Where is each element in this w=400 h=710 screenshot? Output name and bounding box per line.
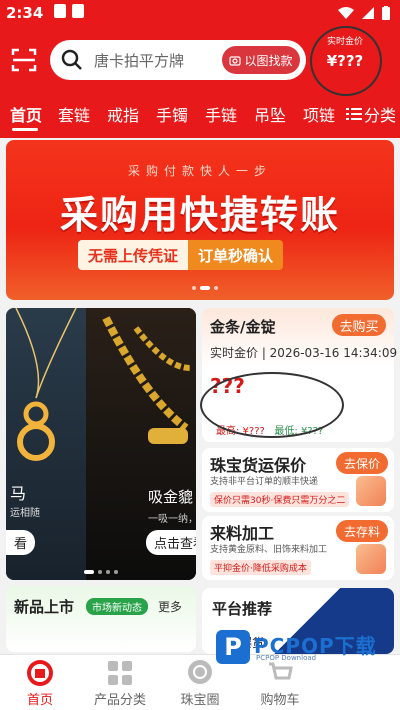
tab-sets[interactable]: 套链 <box>58 102 90 126</box>
pcpop-logo-icon: P <box>216 630 250 664</box>
image-search-label: 以图找款 <box>244 53 293 68</box>
market-news-badge: 市场新动态 <box>86 598 148 615</box>
banner-title: 采购用快捷转账 <box>59 193 340 237</box>
carousel-dot <box>106 570 110 574</box>
carousel-left-title: 马 <box>10 484 27 503</box>
carousel-dot <box>114 570 118 574</box>
banner-pills: 无需上传凭证 订单秒确认 <box>78 240 284 270</box>
carousel-left-sub: 运相随 <box>10 508 40 519</box>
carousel-right-title: 吸金貔 <box>148 488 194 506</box>
grid-icon <box>108 661 132 685</box>
annotation-circle <box>200 372 344 438</box>
tab-rings[interactable]: 戒指 <box>107 102 139 126</box>
nav-home-label: 首页 <box>26 693 53 708</box>
shield-icon <box>356 476 386 506</box>
carousel-right-sub: 一吸一纳， <box>148 514 196 525</box>
search-input[interactable]: 唐卡拍平方牌 <box>94 50 184 71</box>
category-button[interactable]: 分类 <box>346 102 396 126</box>
carousel-dot <box>98 570 102 574</box>
battery-icon <box>382 6 390 20</box>
service-title: 来料加工 <box>210 524 275 543</box>
wifi-icon <box>338 7 354 19</box>
status-notification-icons <box>54 4 84 18</box>
tab-bangles[interactable]: 手镯 <box>156 102 188 126</box>
service-desc: 支持非平台订单的顺丰快递 <box>210 477 319 487</box>
gold-card-title: 金条/金锭 <box>210 318 276 336</box>
annotation-circle <box>310 26 382 96</box>
material-processing-card[interactable]: 来料加工 去存料 支持黄金原料、旧饰来料加工 平抑金价·降低采购成本 <box>202 516 394 580</box>
banner-pill-left: 无需上传凭证 <box>78 240 189 270</box>
status-time: 2:34 <box>6 4 44 22</box>
more-link[interactable]: 更多 <box>158 598 182 615</box>
new-arrivals-title: 新品上市 <box>14 598 75 616</box>
product-carousel[interactable]: 马 运相随 看 吸金貔 一吸一纳， 点击查看 <box>6 308 196 580</box>
scan-icon <box>11 48 37 72</box>
watermark-sub: PCPOP Download <box>256 654 317 662</box>
nav-categories-label: 产品分类 <box>93 693 146 708</box>
promo-banner[interactable]: 采购付款快人一步 采购用快捷转账 无需上传凭证 订单秒确认 <box>6 140 394 300</box>
carousel-left-button[interactable]: 看 <box>6 530 36 555</box>
deposit-button[interactable]: 去存料 <box>336 520 388 542</box>
bead-bracelet-image <box>102 316 191 444</box>
carousel-view-button[interactable]: 点击查看 <box>146 530 196 555</box>
buy-button[interactable]: 去购买 <box>332 314 386 336</box>
banner-dot-active <box>200 286 210 290</box>
search-icon <box>61 49 82 70</box>
list-icon <box>346 108 362 120</box>
scan-button[interactable] <box>10 46 38 74</box>
new-arrivals-card[interactable]: 新品上市 市场新动态 更多 <box>6 586 196 652</box>
nav-home[interactable]: 首页 <box>0 655 80 710</box>
gourd-pendant-image <box>15 308 77 461</box>
image-notification-icon <box>54 4 66 18</box>
banner-pagination <box>192 286 218 290</box>
status-system-icons <box>338 6 390 20</box>
shipping-insurance-card[interactable]: 珠宝货运保价 去保价 支持非平台订单的顺丰快递 保价只需30秒·保费只需万分之二 <box>202 448 394 512</box>
nav-categories[interactable]: 产品分类 <box>80 655 160 710</box>
banner-dot <box>192 286 196 290</box>
chat-bubble-icon <box>188 660 212 684</box>
status-bar: 2:34 <box>0 0 400 28</box>
service-tag: 平抑金价·降低采购成本 <box>210 560 311 575</box>
gold-bar-icon <box>356 544 386 574</box>
banner-pill-right: 订单秒确认 <box>188 240 284 270</box>
tab-pendants[interactable]: 吊坠 <box>254 102 286 126</box>
carousel-dot-active <box>84 570 94 574</box>
pcpop-watermark: P PCPOP下载 PCPOP Download <box>214 626 394 666</box>
nav-cart-label: 购物车 <box>260 693 300 708</box>
platform-title: 平台推荐 <box>212 600 273 618</box>
carousel-pagination <box>84 570 118 574</box>
search-bar[interactable]: 唐卡拍平方牌 以图找款 <box>50 40 306 80</box>
app-notification-icon <box>72 4 84 18</box>
service-tag: 保价只需30秒·保费只需万分之二 <box>210 492 350 507</box>
service-desc: 支持黄金原料、旧饰来料加工 <box>210 545 328 555</box>
active-tab-indicator <box>12 128 38 131</box>
tab-necklaces[interactable]: 项链 <box>303 102 335 126</box>
image-search-button[interactable]: 以图找款 <box>222 46 300 74</box>
live-price-label: 实时金价 | 2026-03-16 14:34:09 <box>210 346 398 360</box>
home-icon <box>27 660 53 686</box>
insure-button[interactable]: 去保价 <box>336 452 388 474</box>
banner-dot <box>214 286 218 290</box>
service-title: 珠宝货运保价 <box>210 456 307 475</box>
tab-bracelets[interactable]: 手链 <box>205 102 237 126</box>
category-label: 分类 <box>364 106 397 125</box>
nav-circle-label: 珠宝圈 <box>180 693 220 708</box>
camera-icon <box>229 56 242 66</box>
signal-icon <box>362 7 374 19</box>
tab-home[interactable]: 首页 <box>10 102 42 126</box>
banner-subtitle: 采购付款快人一步 <box>127 164 272 178</box>
